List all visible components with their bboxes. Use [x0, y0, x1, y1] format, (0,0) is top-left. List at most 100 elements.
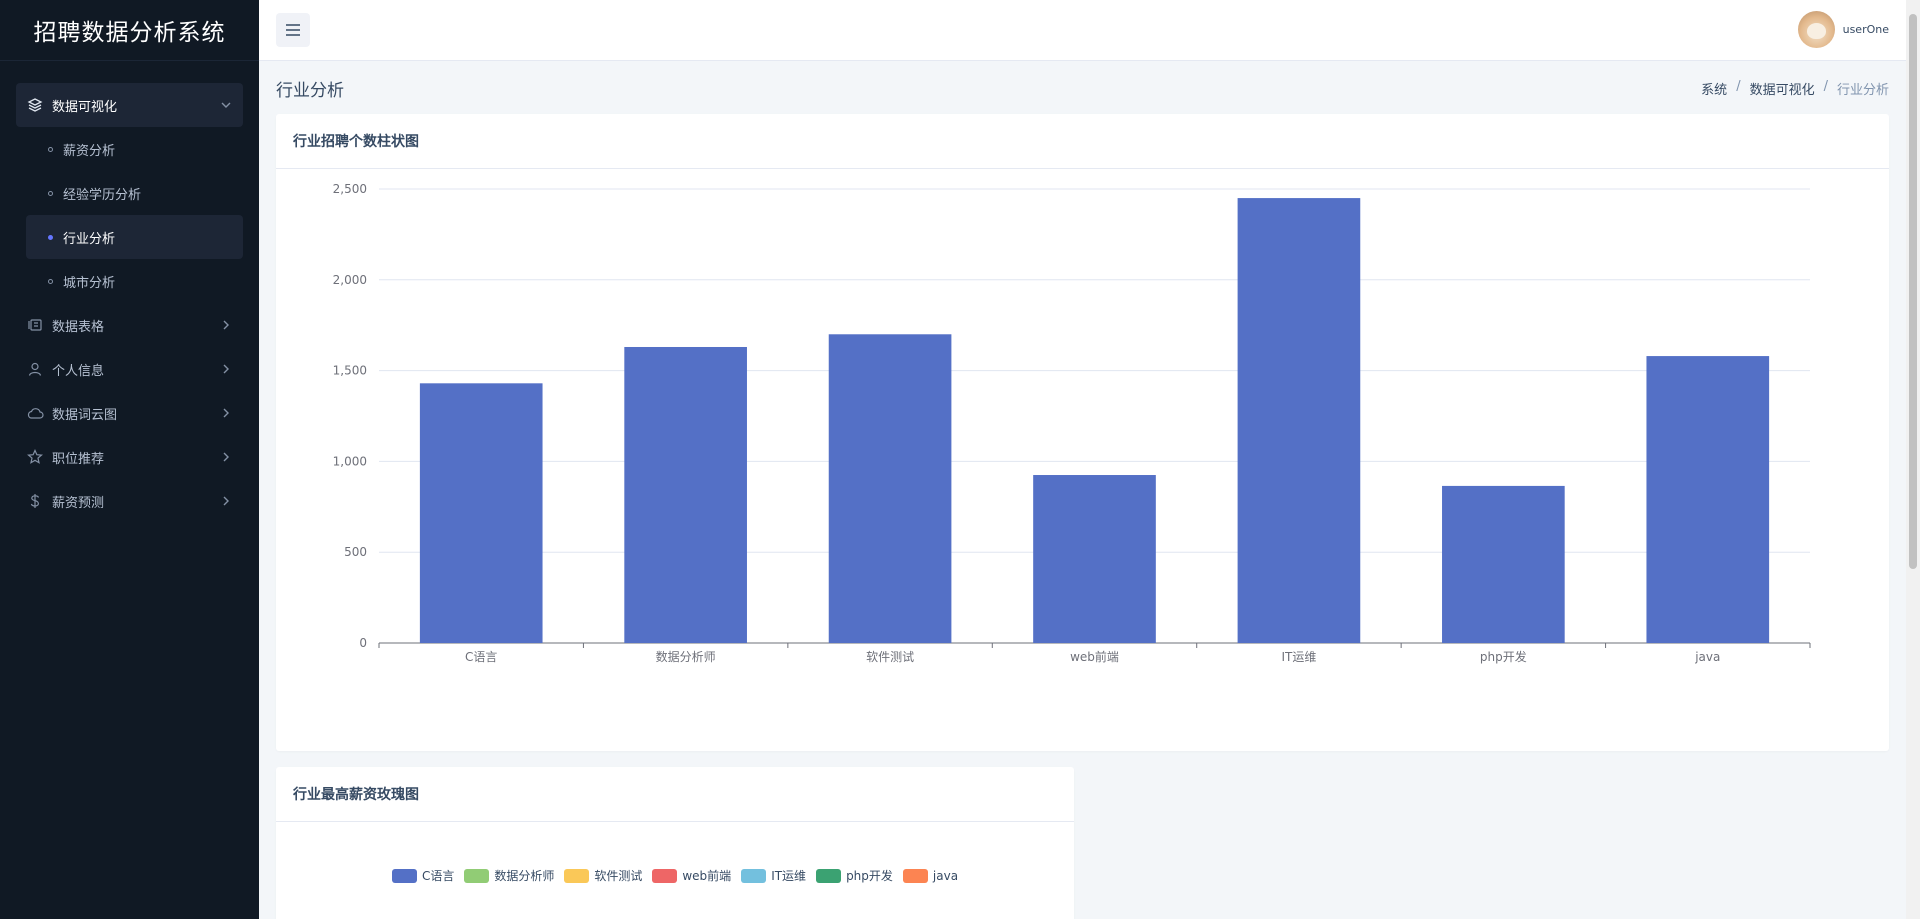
legend-swatch [652, 868, 678, 883]
page-scrollbar[interactable] [1906, 0, 1920, 919]
legend-label: java [932, 868, 959, 883]
rose-chart-card: 行业最高薪资玫瑰图 C语言 数据分析师 软件测试 web前端 IT运维 php开发 java [276, 767, 1074, 919]
chevron-right-icon [219, 318, 233, 332]
y-tick-label: 500 [344, 545, 367, 559]
bar-chart-card: 行业招聘个数柱状图 0 500 1,000 1,500 2,000 2,500 C语言 数据分… [276, 114, 1889, 751]
breadcrumb-item[interactable]: 系统 [1701, 79, 1727, 98]
sidebar-item-label: 城市分析 [63, 275, 116, 291]
chevron-right-icon [219, 362, 233, 376]
legend-label: web前端 [682, 869, 732, 883]
legend-label: IT运维 [771, 869, 807, 883]
sidebar-item-salary-prediction[interactable]: 薪资预测 [16, 479, 243, 523]
chevron-right-icon [219, 450, 233, 464]
legend-item[interactable]: java [902, 867, 959, 884]
scrollbar-thumb[interactable] [1909, 14, 1917, 569]
x-tick-label: 软件测试 [866, 649, 914, 664]
app-title: 招聘数据分析系统 [0, 0, 259, 61]
user-menu[interactable]: userOne [1797, 11, 1889, 48]
bar-chart: 0 500 1,000 1,500 2,000 2,500 C语言 数据分析师 软件测试 web前… [333, 182, 1811, 664]
bullet-icon [48, 190, 53, 196]
card-title: 行业招聘个数柱状图 [276, 114, 1889, 169]
legend-swatch [902, 868, 928, 883]
breadcrumb-separator: / [1736, 79, 1741, 94]
legend-swatch [464, 868, 490, 883]
y-tick-label: 2,500 [333, 182, 367, 196]
x-tick-label: web前端 [1070, 649, 1119, 664]
legend-item[interactable]: 软件测试 [564, 867, 642, 884]
table-icon [26, 316, 44, 334]
hamburger-icon [286, 24, 300, 36]
breadcrumb-item[interactable]: 数据可视化 [1750, 79, 1815, 98]
page-title: 行业分析 [276, 81, 344, 101]
bullet-icon [48, 234, 53, 240]
chevron-down-icon [219, 98, 233, 112]
username: userOne [1842, 23, 1889, 36]
bar[interactable] [624, 346, 747, 643]
sidebar-item-job-recommendation[interactable]: 职位推荐 [16, 435, 243, 479]
sidebar-group-label: 数据可视化 [52, 99, 118, 115]
legend-item[interactable]: php开发 [816, 867, 893, 884]
legend-label: php开发 [846, 869, 893, 883]
bullet-icon [48, 278, 53, 284]
sidebar-submenu: 薪资分析 经验学历分析 行业分析 城市分析 [16, 127, 243, 303]
sidebar-item-label: 个人信息 [52, 363, 105, 379]
x-tick-label: IT运维 [1281, 650, 1316, 664]
bar[interactable] [828, 334, 952, 643]
card-title: 行业最高薪资玫瑰图 [276, 767, 1074, 822]
menu-toggle-button[interactable] [276, 13, 310, 47]
chart-legend: C语言 数据分析师 软件测试 web前端 IT运维 php开发 java [276, 867, 1074, 884]
top-header: userOne [259, 0, 1920, 61]
chevron-right-icon [219, 494, 233, 508]
bar[interactable] [1646, 356, 1770, 643]
legend-label: C语言 [421, 869, 455, 883]
legend-label: 软件测试 [594, 869, 643, 883]
sidebar-item-experience-education[interactable]: 经验学历分析 [26, 171, 243, 215]
x-tick-label: php开发 [1480, 649, 1527, 664]
bar[interactable] [1442, 485, 1565, 643]
bar[interactable] [1237, 198, 1361, 643]
bullet-icon [48, 146, 53, 152]
chevron-right-icon [219, 406, 233, 420]
y-tick-label: 1,500 [333, 364, 367, 378]
bar[interactable] [419, 383, 543, 643]
layers-icon [26, 96, 44, 114]
legend-item[interactable]: 数据分析师 [464, 867, 554, 884]
sidebar-item-label: 薪资分析 [63, 143, 116, 159]
legend-item[interactable]: C语言 [391, 867, 455, 884]
sidebar-item-data-table[interactable]: 数据表格 [16, 303, 243, 347]
sidebar-item-city-analysis[interactable]: 城市分析 [26, 259, 243, 303]
bar[interactable] [1033, 475, 1156, 643]
sidebar-item-label: 数据词云图 [52, 407, 118, 423]
sidebar-item-label: 数据表格 [52, 319, 105, 335]
avatar[interactable] [1797, 11, 1835, 48]
legend-swatch [564, 868, 590, 883]
y-tick-label: 2,000 [333, 273, 367, 287]
cloud-icon [26, 404, 44, 422]
sidebar-item-label: 职位推荐 [52, 451, 105, 467]
breadcrumb-current: 行业分析 [1836, 83, 1889, 98]
legend-swatch [391, 868, 417, 883]
sidebar-item-salary-analysis[interactable]: 薪资分析 [26, 127, 243, 171]
x-tick-label: C语言 [465, 650, 497, 664]
star-icon [26, 448, 44, 466]
legend-swatch [816, 868, 842, 883]
legend-swatch [741, 868, 767, 883]
sidebar-item-word-cloud[interactable]: 数据词云图 [16, 391, 243, 435]
sidebar-item-label: 薪资预测 [52, 495, 105, 511]
legend-item[interactable]: IT运维 [741, 867, 806, 884]
sidebar-group-data-visualization[interactable]: 数据可视化 [16, 83, 243, 127]
breadcrumb: 系统 / 数据可视化 / 行业分析 [1701, 79, 1889, 98]
x-tick-label: java [1694, 650, 1720, 664]
sidebar-item-industry-analysis[interactable]: 行业分析 [26, 215, 243, 259]
y-tick-label: 0 [359, 636, 367, 650]
legend-label: 数据分析师 [494, 869, 555, 883]
sidebar-item-label: 经验学历分析 [63, 187, 142, 203]
user-icon [26, 360, 44, 378]
dollar-icon [26, 492, 44, 510]
x-tick-label: 数据分析师 [656, 649, 716, 664]
sidebar-item-personal-info[interactable]: 个人信息 [16, 347, 243, 391]
sidebar-item-label: 行业分析 [63, 231, 116, 247]
breadcrumb-separator: / [1823, 79, 1828, 94]
y-tick-label: 1,000 [333, 454, 367, 468]
legend-item[interactable]: web前端 [652, 867, 731, 884]
